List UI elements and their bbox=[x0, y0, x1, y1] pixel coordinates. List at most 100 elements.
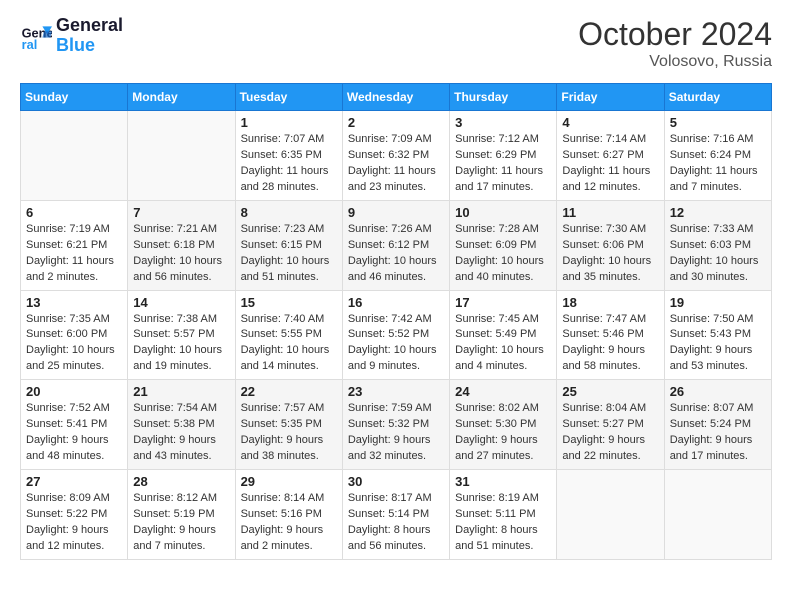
day-info-line: Sunrise: 7:42 AM bbox=[348, 312, 444, 328]
day-number: 24 bbox=[455, 384, 551, 399]
calendar-cell: 5Sunrise: 7:16 AMSunset: 6:24 PMDaylight… bbox=[664, 111, 771, 201]
location: Volosovo, Russia bbox=[578, 53, 772, 71]
day-info-line: Sunset: 5:11 PM bbox=[455, 507, 551, 523]
day-number: 6 bbox=[26, 205, 122, 220]
calendar-cell: 13Sunrise: 7:35 AMSunset: 6:00 PMDayligh… bbox=[21, 290, 128, 380]
day-number: 23 bbox=[348, 384, 444, 399]
page-container: Gene ral General Blue October 2024 Volos… bbox=[0, 0, 792, 576]
calendar-cell: 16 Sunrise: 7:42 AMSunset: 5:52 PMDayligh… bbox=[342, 290, 449, 380]
day-info-line: Sunset: 5:24 PM bbox=[670, 417, 766, 433]
logo-text-general: General bbox=[56, 16, 123, 36]
day-info-line: Sunset: 5:38 PM bbox=[133, 417, 229, 433]
day-info-line: Sunset: 6:27 PM bbox=[562, 148, 658, 164]
day-info-line: Sunset: 6:15 PM bbox=[241, 238, 337, 254]
day-info-line: Daylight: 9 hours and 7 minutes. bbox=[133, 523, 229, 555]
day-number: 11 bbox=[562, 205, 658, 220]
day-number: 16 bbox=[348, 295, 444, 310]
day-number: 2 bbox=[348, 115, 444, 130]
day-number: 18 bbox=[562, 295, 658, 310]
day-number: 25 bbox=[562, 384, 658, 399]
calendar-cell: 22Sunrise: 7:57 AMSunset: 5:35 PMDayligh… bbox=[235, 380, 342, 470]
day-info-line: Sunrise: 7:52 AM bbox=[26, 401, 122, 417]
col-tuesday: Tuesday bbox=[235, 84, 342, 111]
calendar-cell: 6Sunrise: 7:19 AMSunset: 6:21 PMDaylight… bbox=[21, 200, 128, 290]
day-info-line: Daylight: 9 hours and 2 minutes. bbox=[241, 523, 337, 555]
day-number: 30 bbox=[348, 474, 444, 489]
day-number: 29 bbox=[241, 474, 337, 489]
calendar-cell: 15Sunrise: 7:40 AMSunset: 5:55 PMDayligh… bbox=[235, 290, 342, 380]
calendar-cell: 11Sunrise: 7:30 AMSunset: 6:06 PMDayligh… bbox=[557, 200, 664, 290]
day-info-line: Daylight: 9 hours and 38 minutes. bbox=[241, 433, 337, 465]
day-info-line: Daylight: 11 hours and 2 minutes. bbox=[26, 254, 122, 286]
day-info-line: Sunrise: 7:47 AM bbox=[562, 312, 658, 328]
day-info-line: Daylight: 11 hours and 17 minutes. bbox=[455, 164, 551, 196]
day-info-line: Daylight: 10 hours and 35 minutes. bbox=[562, 254, 658, 286]
col-sunday: Sunday bbox=[21, 84, 128, 111]
calendar-cell: 26Sunrise: 8:07 AMSunset: 5:24 PMDayligh… bbox=[664, 380, 771, 470]
day-info-line: Daylight: 9 hours and 58 minutes. bbox=[562, 343, 658, 375]
logo-icon: Gene ral bbox=[20, 20, 52, 52]
day-info-line: Sunset: 5:46 PM bbox=[562, 327, 658, 343]
day-number: 28 bbox=[133, 474, 229, 489]
day-info-line: Daylight: 9 hours and 43 minutes. bbox=[133, 433, 229, 465]
day-info-line: Sunrise: 8:02 AM bbox=[455, 401, 551, 417]
day-info-line: Daylight: 10 hours and 46 minutes. bbox=[348, 254, 444, 286]
calendar-cell: 28Sunrise: 8:12 AMSunset: 5:19 PMDayligh… bbox=[128, 470, 235, 560]
calendar-cell: 1Sunrise: 7:07 AMSunset: 6:35 PMDaylight… bbox=[235, 111, 342, 201]
day-number: 1 bbox=[241, 115, 337, 130]
col-friday: Friday bbox=[557, 84, 664, 111]
calendar-week-row: 13Sunrise: 7:35 AMSunset: 6:00 PMDayligh… bbox=[21, 290, 772, 380]
title-section: October 2024 Volosovo, Russia bbox=[578, 16, 772, 71]
day-number: 8 bbox=[241, 205, 337, 220]
day-number: 4 bbox=[562, 115, 658, 130]
day-info-line: Daylight: 11 hours and 28 minutes. bbox=[241, 164, 337, 196]
col-saturday: Saturday bbox=[664, 84, 771, 111]
day-number: 27 bbox=[26, 474, 122, 489]
calendar-cell: 30Sunrise: 8:17 AMSunset: 5:14 PMDayligh… bbox=[342, 470, 449, 560]
day-info-line: Sunset: 5:30 PM bbox=[455, 417, 551, 433]
day-number: 9 bbox=[348, 205, 444, 220]
day-info-line: Daylight: 8 hours and 51 minutes. bbox=[455, 523, 551, 555]
day-info-line: Sunrise: 7:35 AM bbox=[26, 312, 122, 328]
calendar-cell: 9Sunrise: 7:26 AMSunset: 6:12 PMDaylight… bbox=[342, 200, 449, 290]
day-info-line: Sunrise: 7:57 AM bbox=[241, 401, 337, 417]
calendar-cell: 24Sunrise: 8:02 AMSunset: 5:30 PMDayligh… bbox=[450, 380, 557, 470]
day-info-line: Sunset: 5:49 PM bbox=[455, 327, 551, 343]
day-info-line: Sunrise: 8:14 AM bbox=[241, 491, 337, 507]
day-number: 31 bbox=[455, 474, 551, 489]
day-info-line: Sunset: 5:22 PM bbox=[26, 507, 122, 523]
calendar-cell bbox=[128, 111, 235, 201]
day-info-line: Sunrise: 7:16 AM bbox=[670, 132, 766, 148]
day-info-line: Sunset: 5:14 PM bbox=[348, 507, 444, 523]
day-number: 21 bbox=[133, 384, 229, 399]
day-number: 12 bbox=[670, 205, 766, 220]
calendar-week-row: 1Sunrise: 7:07 AMSunset: 6:35 PMDaylight… bbox=[21, 111, 772, 201]
day-info-line: Sunrise: 7:26 AM bbox=[348, 222, 444, 238]
day-info-line: Sunrise: 7:45 AM bbox=[455, 312, 551, 328]
day-info-line: Sunrise: 7:23 AM bbox=[241, 222, 337, 238]
day-info-line: Daylight: 9 hours and 48 minutes. bbox=[26, 433, 122, 465]
day-info-line: Daylight: 10 hours and 25 minutes. bbox=[26, 343, 122, 375]
day-info-line: Sunset: 5:52 PM bbox=[348, 327, 444, 343]
day-info-line: Sunset: 6:03 PM bbox=[670, 238, 766, 254]
day-info-line: Daylight: 10 hours and 9 minutes. bbox=[348, 343, 444, 375]
day-info-line: Daylight: 10 hours and 51 minutes. bbox=[241, 254, 337, 286]
calendar-cell: 3Sunrise: 7:12 AMSunset: 6:29 PMDaylight… bbox=[450, 111, 557, 201]
header-row: Sunday Monday Tuesday Wednesday Thursday… bbox=[21, 84, 772, 111]
day-info-line: Sunset: 5:43 PM bbox=[670, 327, 766, 343]
day-info-line: Sunrise: 7:33 AM bbox=[670, 222, 766, 238]
calendar-cell: 17Sunrise: 7:45 AMSunset: 5:49 PMDayligh… bbox=[450, 290, 557, 380]
day-info-line: Daylight: 10 hours and 40 minutes. bbox=[455, 254, 551, 286]
day-number: 5 bbox=[670, 115, 766, 130]
calendar-cell bbox=[21, 111, 128, 201]
calendar-week-row: 6Sunrise: 7:19 AMSunset: 6:21 PMDaylight… bbox=[21, 200, 772, 290]
header: Gene ral General Blue October 2024 Volos… bbox=[20, 16, 772, 71]
day-info-line: Sunrise: 7:07 AM bbox=[241, 132, 337, 148]
calendar-cell: 29Sunrise: 8:14 AMSunset: 5:16 PMDayligh… bbox=[235, 470, 342, 560]
day-info-line: Sunset: 6:32 PM bbox=[348, 148, 444, 164]
day-number: 26 bbox=[670, 384, 766, 399]
calendar-cell bbox=[557, 470, 664, 560]
day-number: 7 bbox=[133, 205, 229, 220]
day-info-line: Sunset: 5:32 PM bbox=[348, 417, 444, 433]
day-info-line: Sunrise: 7:59 AM bbox=[348, 401, 444, 417]
